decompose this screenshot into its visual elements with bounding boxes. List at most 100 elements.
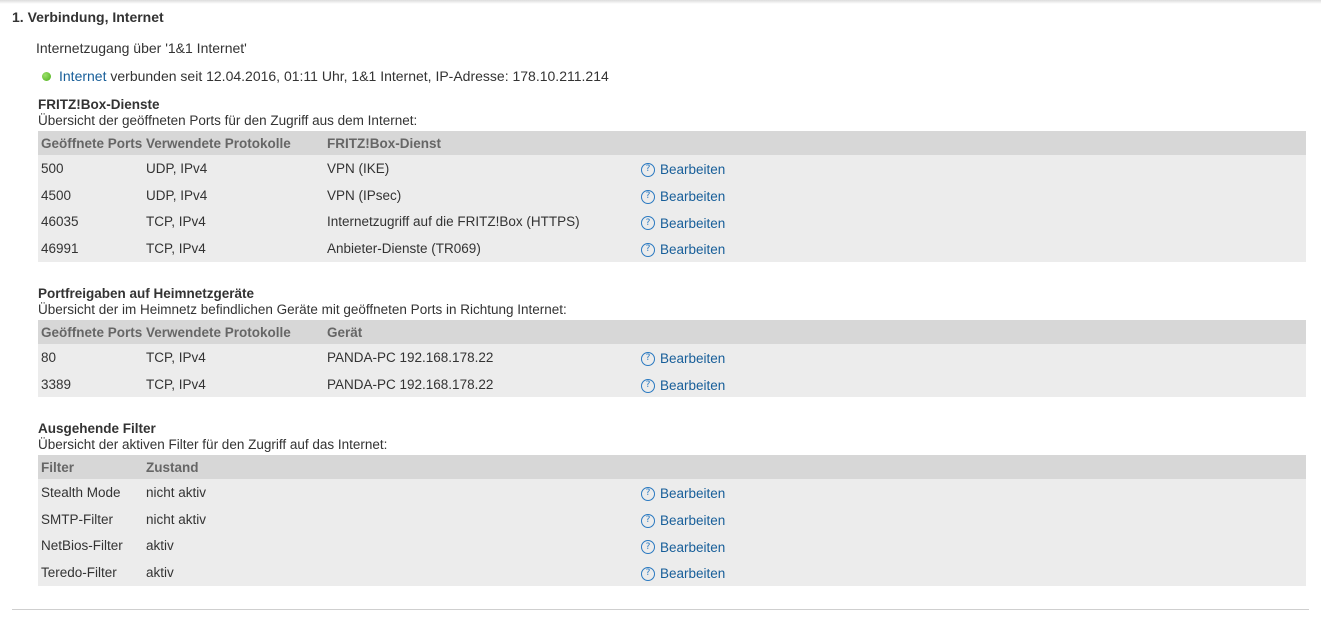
table-header-row: Geöffnete Ports Verwendete Protokolle Ge… bbox=[38, 320, 1306, 344]
port-forwards-title: Portfreigaben auf Heimnetzgeräte bbox=[38, 286, 255, 301]
outgoing-filters-table: Filter Zustand Stealth Mode nicht aktiv? B… bbox=[38, 455, 1306, 586]
column-header: FRITZ!Box-Dienst bbox=[327, 135, 441, 151]
section-title: 1. Verbindung, Internet bbox=[12, 9, 164, 25]
table-row: Stealth Mode nicht aktiv? Bearbeiten bbox=[38, 479, 1306, 506]
table-cell bbox=[324, 559, 638, 586]
table-cell: 46035 bbox=[41, 214, 79, 230]
action-cell: ? Bearbeiten bbox=[638, 208, 1306, 235]
help-icon[interactable]: ? bbox=[641, 351, 655, 366]
edit-label: Bearbeiten bbox=[660, 566, 726, 582]
table-cell: UDP, IPv4 bbox=[146, 187, 208, 203]
edit-button[interactable]: ? Bearbeiten bbox=[641, 540, 725, 555]
action-cell: ? Bearbeiten bbox=[638, 371, 1306, 398]
internet-access-label: Internetzugang über '1&1 Internet' bbox=[36, 40, 247, 56]
table-row: 46991 TCP, IPv4 Anbieter-Dienste (TR069)? B… bbox=[38, 235, 1306, 262]
table-cell: VPN (IKE) bbox=[327, 160, 390, 176]
table-cell: TCP, IPv4 bbox=[146, 376, 206, 392]
port-forwards-desc: Übersicht der im Heimnetz befindlichen G… bbox=[38, 302, 567, 317]
action-cell: ? Bearbeiten bbox=[638, 532, 1306, 559]
edit-label: Bearbeiten bbox=[660, 539, 726, 555]
action-cell: ? Bearbeiten bbox=[638, 344, 1306, 371]
help-icon[interactable]: ? bbox=[641, 513, 655, 528]
column-header: Filter bbox=[41, 459, 75, 475]
edit-button[interactable]: ? Bearbeiten bbox=[641, 566, 725, 581]
table-cell: TCP, IPv4 bbox=[146, 214, 206, 230]
edit-label: Bearbeiten bbox=[660, 242, 726, 258]
column-header bbox=[324, 455, 638, 479]
column-header: Geöffnete Ports bbox=[41, 324, 143, 340]
action-cell: ? Bearbeiten bbox=[638, 506, 1306, 533]
edit-button[interactable]: ? Bearbeiten bbox=[641, 162, 725, 177]
edit-button[interactable]: ? Bearbeiten bbox=[641, 486, 725, 501]
internet-link[interactable]: Internet bbox=[59, 68, 106, 84]
top-shadow bbox=[0, 0, 1321, 4]
table-cell: Teredo-Filter bbox=[41, 564, 117, 580]
edit-button[interactable]: ? Bearbeiten bbox=[641, 378, 725, 393]
outgoing-filters-desc: Übersicht der aktiven Filter für den Zug… bbox=[38, 437, 388, 452]
help-icon[interactable]: ? bbox=[641, 378, 655, 393]
outgoing-filters-section: Ausgehende Filter Übersicht der aktiven … bbox=[38, 421, 1306, 586]
table-row: 80 TCP, IPv4 PANDA-PC 192.168.178.22? Bearb… bbox=[38, 344, 1306, 371]
table-cell: TCP, IPv4 bbox=[146, 240, 206, 256]
table-cell: UDP, IPv4 bbox=[146, 160, 208, 176]
column-header bbox=[638, 320, 1306, 344]
help-icon[interactable]: ? bbox=[641, 242, 655, 257]
action-cell: ? Bearbeiten bbox=[638, 559, 1306, 586]
table-cell: 46991 bbox=[41, 240, 79, 256]
column-header: Geöffnete Ports bbox=[41, 135, 143, 151]
table-cell: Anbieter-Dienste (TR069) bbox=[327, 240, 481, 256]
table-row: 46035 TCP, IPv4 Internetzugriff auf die FR… bbox=[38, 208, 1306, 236]
port-forwards-table: Geöffnete Ports Verwendete Protokolle Ge… bbox=[38, 320, 1306, 398]
edit-label: Bearbeiten bbox=[660, 189, 726, 205]
edit-label: Bearbeiten bbox=[660, 513, 726, 529]
table-cell: nicht aktiv bbox=[146, 484, 207, 500]
column-header bbox=[638, 131, 1306, 155]
table-row: SMTP-Filter nicht aktiv? Bearbeiten bbox=[38, 505, 1306, 533]
column-header bbox=[638, 455, 1306, 479]
status-dot-icon bbox=[42, 71, 51, 81]
edit-button[interactable]: ? Bearbeiten bbox=[641, 351, 725, 366]
column-header: Zustand bbox=[146, 459, 199, 475]
table-cell: PANDA-PC 192.168.178.22 bbox=[327, 349, 494, 365]
edit-label: Bearbeiten bbox=[660, 162, 726, 178]
table-cell: 80 bbox=[41, 349, 57, 365]
help-icon[interactable]: ? bbox=[641, 216, 655, 231]
action-cell: ? Bearbeiten bbox=[638, 235, 1306, 262]
edit-label: Bearbeiten bbox=[660, 486, 726, 502]
table-row: 3389 TCP, IPv4 PANDA-PC 192.168.178.22? Bea… bbox=[38, 370, 1306, 398]
action-cell: ? Bearbeiten bbox=[638, 479, 1306, 506]
divider bbox=[12, 609, 1309, 610]
edit-button[interactable]: ? Bearbeiten bbox=[641, 189, 725, 204]
help-icon[interactable]: ? bbox=[641, 566, 655, 581]
edit-label: Bearbeiten bbox=[660, 215, 726, 231]
services-title: FRITZ!Box-Dienste bbox=[38, 97, 160, 112]
table-row: NetBios-Filter aktiv? Bearbeiten bbox=[38, 532, 1306, 560]
edit-button[interactable]: ? Bearbeiten bbox=[641, 242, 725, 257]
services-table: Geöffnete Ports Verwendete Protokolle FR… bbox=[38, 131, 1306, 262]
help-icon[interactable]: ? bbox=[641, 486, 655, 501]
table-header-row: Geöffnete Ports Verwendete Protokolle FR… bbox=[38, 131, 1306, 155]
connection-status-text: verbunden seit 12.04.2016, 01:11 Uhr, 1&… bbox=[106, 68, 609, 84]
table-cell bbox=[324, 532, 638, 559]
help-icon[interactable]: ? bbox=[641, 189, 655, 204]
edit-button[interactable]: ? Bearbeiten bbox=[641, 513, 725, 528]
table-cell bbox=[324, 506, 638, 533]
action-cell: ? Bearbeiten bbox=[638, 182, 1306, 209]
column-header: Verwendete Protokolle bbox=[146, 135, 291, 151]
services-section: FRITZ!Box-Dienste Übersicht der geöffnet… bbox=[38, 97, 1306, 262]
column-header: Verwendete Protokolle bbox=[146, 324, 291, 340]
table-cell: nicht aktiv bbox=[146, 511, 207, 527]
table-cell: SMTP-Filter bbox=[41, 511, 113, 527]
column-header: Gerät bbox=[327, 324, 363, 340]
table-cell: 500 bbox=[41, 160, 64, 176]
table-header-row: Filter Zustand bbox=[38, 455, 1306, 479]
help-icon[interactable]: ? bbox=[641, 540, 655, 555]
table-row: Teredo-Filter aktiv? Bearbeiten bbox=[38, 559, 1306, 586]
edit-button[interactable]: ? Bearbeiten bbox=[641, 216, 725, 231]
table-cell: Internetzugriff auf die FRITZ!Box (HTTPS… bbox=[327, 214, 580, 230]
help-icon[interactable]: ? bbox=[641, 162, 655, 177]
table-cell: VPN (IPsec) bbox=[327, 187, 402, 203]
port-forwards-section: Portfreigaben auf Heimnetzgeräte Übersic… bbox=[38, 286, 1306, 398]
table-row: 4500 UDP, IPv4 VPN (IPsec)? Bearbeiten bbox=[38, 181, 1306, 209]
table-cell: Stealth Mode bbox=[41, 484, 121, 500]
